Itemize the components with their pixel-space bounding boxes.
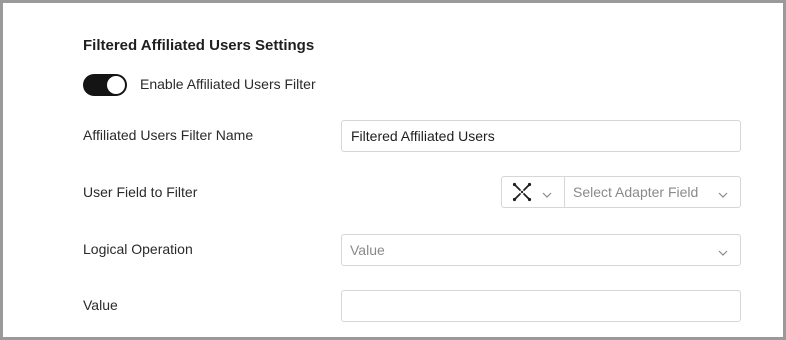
value-label: Value	[83, 297, 118, 313]
logical-operation-placeholder: Value	[350, 242, 385, 258]
chevron-down-icon	[718, 245, 728, 256]
adapter-select[interactable]	[501, 176, 565, 208]
enable-filter-label: Enable Affiliated Users Filter	[140, 76, 316, 92]
section-title: Filtered Affiliated Users Settings	[83, 37, 315, 54]
value-input[interactable]	[341, 290, 741, 322]
user-field-label: User Field to Filter	[83, 184, 198, 200]
chevron-down-icon	[718, 187, 728, 198]
adapter-field-placeholder: Select Adapter Field	[573, 184, 699, 200]
filter-name-label: Affiliated Users Filter Name	[83, 127, 254, 143]
filter-name-input[interactable]	[341, 120, 741, 152]
logical-operation-label: Logical Operation	[83, 241, 193, 257]
cross-arrows-icon	[512, 182, 532, 202]
logical-operation-select[interactable]: Value	[341, 234, 741, 266]
chevron-down-icon	[542, 187, 552, 198]
toggle-knob	[107, 76, 125, 94]
enable-filter-toggle[interactable]	[83, 74, 127, 96]
adapter-field-select[interactable]: Select Adapter Field	[564, 176, 741, 208]
